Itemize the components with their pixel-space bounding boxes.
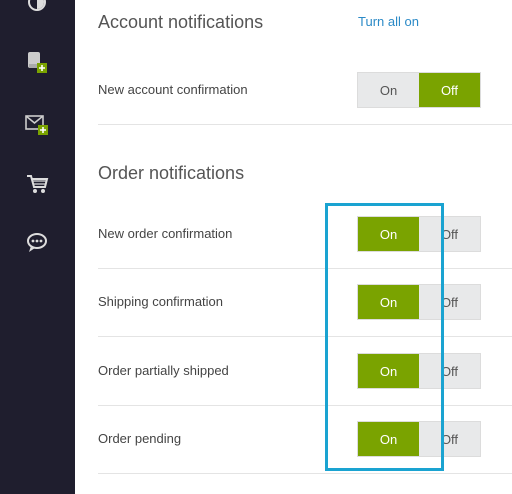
account-notifications-title: Account notifications <box>98 12 264 32</box>
chat-bubble-icon[interactable] <box>24 231 50 255</box>
on-off-toggle[interactable]: On Off <box>357 216 481 252</box>
notification-row: Order pending On Off <box>98 405 512 474</box>
on-option[interactable]: On <box>358 354 419 388</box>
order-notifications-title: Order notifications <box>98 163 245 183</box>
on-off-toggle[interactable]: On Off <box>357 421 481 457</box>
turn-all-on-link[interactable]: Turn all on <box>358 14 419 29</box>
device-add-icon[interactable] <box>24 50 50 74</box>
on-off-toggle[interactable]: On Off <box>357 72 481 108</box>
row-label: Shipping confirmation <box>98 294 224 309</box>
notification-row: New account confirmation On Off <box>98 56 512 125</box>
row-label: Order pending <box>98 431 182 446</box>
on-off-toggle[interactable]: On Off <box>357 284 481 320</box>
on-option[interactable]: On <box>358 217 419 251</box>
off-option[interactable]: Off <box>419 217 480 251</box>
cart-icon[interactable] <box>24 172 50 196</box>
row-label: Order partially shipped <box>98 363 229 378</box>
off-option[interactable]: Off <box>419 354 480 388</box>
row-label: New account confirmation <box>98 82 248 97</box>
on-option[interactable]: On <box>358 422 419 456</box>
notification-settings: Account notifications Turn all on New ac… <box>75 0 512 494</box>
off-option[interactable]: Off <box>419 422 480 456</box>
off-option[interactable]: Off <box>419 285 480 319</box>
half-circle-icon[interactable] <box>24 0 50 14</box>
on-off-toggle[interactable]: On Off <box>357 353 481 389</box>
row-label: New order confirmation <box>98 226 233 241</box>
mail-add-icon[interactable] <box>24 112 50 136</box>
notification-row: New order confirmation On Off <box>98 200 512 269</box>
off-option[interactable]: Off <box>419 73 480 107</box>
notification-row: Shipping confirmation On Off <box>98 268 512 337</box>
notification-row: Order partially shipped On Off <box>98 337 512 406</box>
on-option[interactable]: On <box>358 285 419 319</box>
sidebar <box>0 0 75 494</box>
on-option[interactable]: On <box>358 73 419 107</box>
